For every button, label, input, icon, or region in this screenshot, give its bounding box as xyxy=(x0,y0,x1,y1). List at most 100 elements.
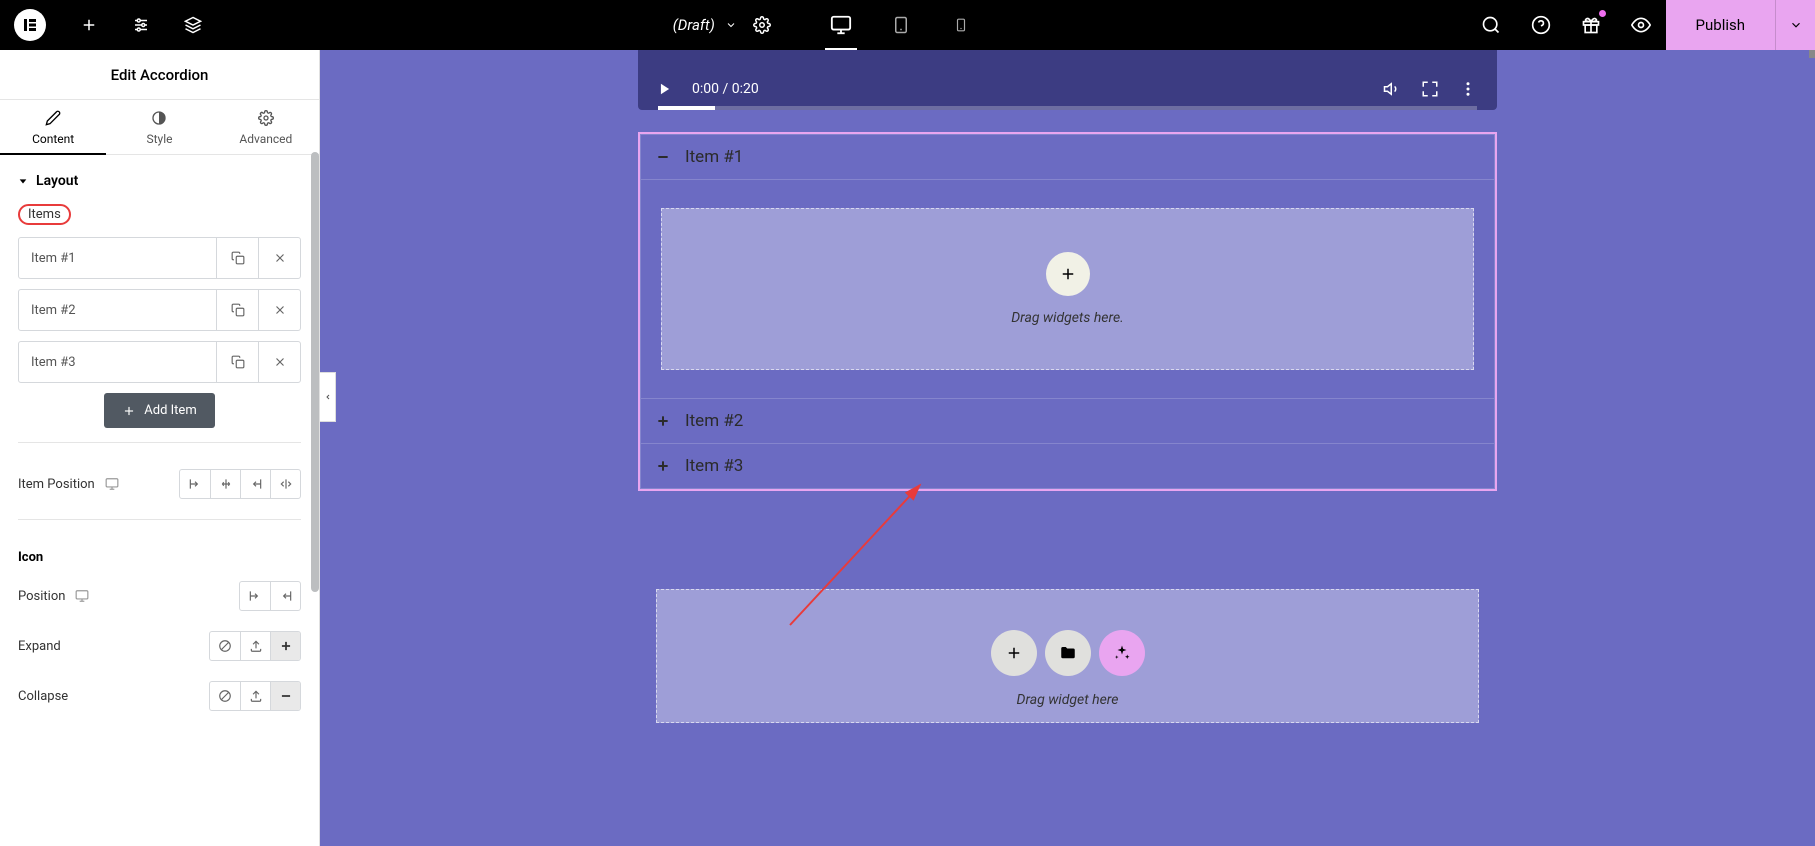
expand-plus[interactable] xyxy=(270,632,300,660)
tab-content[interactable]: Content xyxy=(0,100,106,154)
copy-icon xyxy=(231,251,245,265)
fullscreen-icon[interactable] xyxy=(1421,80,1439,98)
close-icon xyxy=(273,251,287,265)
add-item-button[interactable]: Add Item xyxy=(104,393,214,428)
monitor-icon[interactable] xyxy=(105,477,119,491)
gear-icon xyxy=(258,110,274,126)
item-3-label[interactable]: Item #3 xyxy=(19,355,216,370)
layers-icon[interactable] xyxy=(184,16,202,34)
item-row-3: Item #3 xyxy=(18,341,301,383)
accordion-widget[interactable]: Item #1 Drag widgets here. Item #2 xyxy=(638,132,1497,491)
duplicate-item-3[interactable] xyxy=(216,342,258,382)
minus-icon xyxy=(279,689,293,703)
add-item-label: Add Item xyxy=(144,403,196,418)
item-1-label[interactable]: Item #1 xyxy=(19,251,216,266)
items-label-highlighted: Items xyxy=(18,204,71,225)
template-library-button[interactable] xyxy=(1045,630,1091,676)
collapse-options xyxy=(209,681,301,711)
video-widget[interactable]: 0:00 / 0:20 xyxy=(638,50,1497,110)
icon-position-row: Position xyxy=(18,571,301,621)
status-text: (Draft) xyxy=(673,16,715,34)
plus-icon xyxy=(279,639,293,653)
help-icon[interactable] xyxy=(1516,0,1566,50)
expand-row: Expand xyxy=(18,621,301,671)
page-settings-icon[interactable] xyxy=(753,16,771,34)
topbar-right: Publish xyxy=(1466,0,1815,50)
video-time: 0:00 / 0:20 xyxy=(692,81,759,97)
add-element-icon[interactable] xyxy=(80,16,98,34)
lower-drop-section[interactable]: Drag widget here xyxy=(656,589,1479,723)
pos-center[interactable] xyxy=(210,470,240,498)
preview-icon[interactable] xyxy=(1616,0,1666,50)
lower-drop-text: Drag widget here xyxy=(1017,692,1119,708)
upload-icon xyxy=(249,689,263,703)
accordion-header-2[interactable]: Item #2 xyxy=(641,399,1494,443)
expand-none[interactable] xyxy=(210,632,240,660)
copy-icon xyxy=(231,303,245,317)
more-vertical-icon[interactable] xyxy=(1459,80,1477,98)
volume-icon[interactable] xyxy=(1383,80,1401,98)
delete-item-2[interactable] xyxy=(258,290,300,330)
pos-left[interactable] xyxy=(180,470,210,498)
icon-pos-left[interactable] xyxy=(240,582,270,610)
accordion-item-3-title: Item #3 xyxy=(685,456,743,476)
monitor-icon[interactable] xyxy=(75,589,89,603)
delete-item-3[interactable] xyxy=(258,342,300,382)
collapse-panel-button[interactable] xyxy=(320,372,336,422)
canvas-scrollbar[interactable] xyxy=(1809,50,1815,58)
play-icon[interactable] xyxy=(658,82,672,96)
divider xyxy=(18,519,301,520)
collapse-upload[interactable] xyxy=(240,682,270,710)
add-widget-button[interactable] xyxy=(1046,252,1090,296)
add-section-button[interactable] xyxy=(991,630,1037,676)
accordion-item-1: Item #1 Drag widgets here. xyxy=(640,134,1495,399)
ban-icon xyxy=(218,689,232,703)
publish-section: Publish xyxy=(1666,0,1815,50)
icon-pos-right[interactable] xyxy=(270,582,300,610)
editor-canvas: 0:00 / 0:20 Item #1 xyxy=(320,50,1815,846)
icon-position-label: Position xyxy=(18,589,65,604)
icon-position-options xyxy=(239,581,301,611)
responsive-tabs xyxy=(791,0,1011,50)
accordion-header-3[interactable]: Item #3 xyxy=(641,444,1494,488)
desktop-tab[interactable] xyxy=(811,0,871,50)
elementor-logo[interactable] xyxy=(14,9,46,41)
delete-item-1[interactable] xyxy=(258,238,300,278)
mobile-tab[interactable] xyxy=(931,0,991,50)
duplicate-item-1[interactable] xyxy=(216,238,258,278)
expand-upload[interactable] xyxy=(240,632,270,660)
pos-stretch[interactable] xyxy=(270,470,300,498)
document-status[interactable]: (Draft) xyxy=(657,16,753,34)
ai-button[interactable] xyxy=(1099,630,1145,676)
accordion-item-2: Item #2 xyxy=(640,399,1495,444)
pos-right[interactable] xyxy=(240,470,270,498)
panel-body: Layout Items Item #1 Item #2 Item #3 Add… xyxy=(0,155,319,741)
duplicate-item-2[interactable] xyxy=(216,290,258,330)
tablet-tab[interactable] xyxy=(871,0,931,50)
plus-icon xyxy=(655,458,671,474)
settings-sliders-icon[interactable] xyxy=(132,16,150,34)
collapse-minus[interactable] xyxy=(270,682,300,710)
main-area: Edit Accordion Content Style Advanced La… xyxy=(0,50,1815,846)
item-2-label[interactable]: Item #2 xyxy=(19,303,216,318)
accordion-header-1[interactable]: Item #1 xyxy=(641,135,1494,179)
tab-advanced[interactable]: Advanced xyxy=(213,100,319,154)
notification-dot xyxy=(1599,10,1606,17)
video-progress-fill xyxy=(658,106,715,110)
top-bar: (Draft) xyxy=(0,0,1815,50)
plus-icon xyxy=(1005,644,1023,662)
layout-section-header[interactable]: Layout xyxy=(18,155,301,203)
collapse-none[interactable] xyxy=(210,682,240,710)
tab-style[interactable]: Style xyxy=(106,100,212,154)
publish-button[interactable]: Publish xyxy=(1666,16,1775,34)
search-icon[interactable] xyxy=(1466,0,1516,50)
video-progress[interactable] xyxy=(658,106,1477,110)
item-position-row: Item Position xyxy=(18,459,301,509)
drop-zone[interactable]: Drag widgets here. xyxy=(661,208,1474,370)
collapse-row: Collapse xyxy=(18,671,301,721)
collapse-label: Collapse xyxy=(18,689,68,704)
sidebar-scrollbar[interactable] xyxy=(311,152,319,592)
gift-icon[interactable] xyxy=(1566,0,1616,50)
accordion-item-3: Item #3 xyxy=(640,444,1495,489)
publish-options-button[interactable] xyxy=(1775,0,1815,50)
